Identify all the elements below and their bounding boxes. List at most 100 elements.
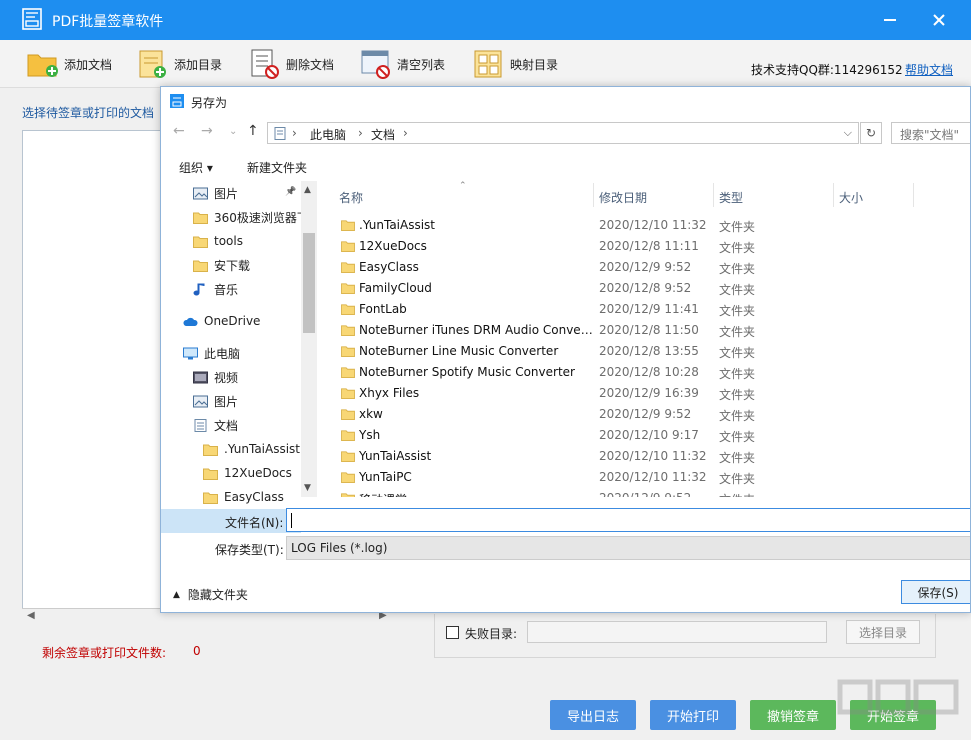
tree-item[interactable]: 安下载: [193, 253, 250, 277]
file-row[interactable]: 12XueDocs 2020/12/8 11:11 文件夹: [317, 236, 970, 257]
select-directory-button[interactable]: 选择目录: [846, 620, 920, 644]
tree-item[interactable]: 图片: [193, 181, 238, 205]
file-type: 文件夹: [719, 304, 756, 318]
file-row[interactable]: NoteBurner iTunes DRM Audio Converter 202…: [317, 320, 970, 341]
folder-icon: [341, 388, 355, 399]
folder-icon: [193, 212, 208, 224]
file-row[interactable]: xkw 2020/12/9 9:52 文件夹: [317, 404, 970, 425]
save-button[interactable]: 保存(S): [901, 580, 970, 604]
file-row[interactable]: FontLab 2020/12/9 11:41 文件夹: [317, 299, 970, 320]
scroll-down-icon[interactable]: ▼: [304, 483, 311, 493]
file-row[interactable]: FamilyCloud 2020/12/8 9:52 文件夹: [317, 278, 970, 299]
file-name: EasyClass: [359, 260, 419, 274]
file-date: 2020/12/9 11:41: [599, 302, 699, 316]
export-log-button[interactable]: 导出日志: [550, 700, 636, 730]
file-row[interactable]: YunTaiAssist 2020/12/10 11:32 文件夹: [317, 446, 970, 467]
tree-item[interactable]: 视频: [193, 365, 238, 389]
scroll-up-icon[interactable]: ▲: [304, 185, 311, 195]
file-type: 文件夹: [719, 262, 756, 276]
file-row[interactable]: NoteBurner Spotify Music Converter 2020/1…: [317, 362, 970, 383]
tree-item[interactable]: tools: [193, 229, 243, 253]
refresh-icon[interactable]: ↻: [860, 122, 882, 144]
folder-icon: [203, 468, 218, 480]
search-input[interactable]: 搜索"文档": [891, 122, 970, 144]
file-row[interactable]: Ysh 2020/12/10 9:17 文件夹: [317, 425, 970, 446]
add-directory-button[interactable]: 添加目录: [136, 47, 222, 81]
column-name[interactable]: 名称: [339, 189, 363, 206]
tree-item-label: 图片: [214, 186, 239, 201]
folder-icon: [341, 451, 355, 462]
close-icon[interactable]: [929, 10, 949, 30]
file-name: .YunTaiAssist: [359, 218, 436, 232]
delete-document-button[interactable]: 删除文档: [248, 47, 334, 81]
forward-arrow-icon[interactable]: →: [201, 123, 213, 139]
tree-item[interactable]: 文档: [193, 413, 238, 437]
column-divider[interactable]: [713, 183, 714, 207]
tree-item[interactable]: EasyClass: [203, 485, 284, 509]
file-row[interactable]: Xhyx Files 2020/12/9 16:39 文件夹: [317, 383, 970, 404]
file-name: NoteBurner iTunes DRM Audio Converter: [359, 323, 595, 337]
tree-item[interactable]: 图片: [193, 389, 238, 413]
fail-directory-label: 失败目录:: [465, 627, 518, 641]
file-name: xkw: [359, 407, 383, 421]
tree-item[interactable]: 音乐: [193, 277, 238, 301]
minimize-icon[interactable]: [880, 10, 900, 30]
breadcrumb-separator-icon: ›: [403, 126, 408, 140]
map-directory-button[interactable]: 映射目录: [472, 47, 558, 81]
file-date: 2020/12/8 13:55: [599, 344, 699, 358]
fail-directory-input[interactable]: [527, 621, 827, 643]
tree-scroll-thumb[interactable]: [303, 233, 315, 333]
hide-folders-toggle[interactable]: ▲ 隐藏文件夹: [173, 586, 248, 603]
app-title-bar: PDF批量签章软件: [0, 0, 971, 40]
tree-item[interactable]: 此电脑: [183, 341, 240, 365]
file-row[interactable]: .YunTaiAssist 2020/12/10 11:32 文件夹: [317, 215, 970, 236]
file-type: 文件夹: [719, 388, 756, 402]
help-link[interactable]: 帮助文档: [905, 61, 953, 78]
column-size[interactable]: 大小: [839, 189, 863, 206]
recent-chevron-icon[interactable]: ⌄: [229, 126, 237, 137]
pin-icon[interactable]: 📌: [285, 187, 296, 197]
hide-folders-label: 隐藏文件夹: [187, 588, 248, 602]
add-document-label: 添加文档: [64, 57, 113, 72]
column-divider[interactable]: [833, 183, 834, 207]
fail-directory-checkbox[interactable]: [446, 626, 459, 639]
filetype-select[interactable]: LOG Files (*.log): [286, 536, 970, 560]
add-document-button[interactable]: 添加文档: [26, 47, 112, 81]
undo-sign-button[interactable]: 撤销签章: [750, 700, 836, 730]
folder-icon: [193, 236, 208, 248]
filename-input[interactable]: [286, 508, 970, 532]
file-type: 文件夹: [719, 451, 756, 465]
clear-list-button[interactable]: 清空列表: [359, 47, 445, 81]
tree-item[interactable]: 360极速浏览器下: [193, 205, 309, 229]
new-folder-button[interactable]: 新建文件夹: [247, 159, 307, 176]
address-bar[interactable]: › 此电脑 › 文档 › ⌵: [267, 122, 859, 144]
breadcrumb-documents[interactable]: 文档: [371, 126, 395, 143]
tree-item-label: OneDrive: [204, 314, 261, 328]
column-divider[interactable]: [593, 183, 594, 207]
tree-item[interactable]: OneDrive: [183, 309, 260, 333]
file-row[interactable]: 移动课堂 2020/12/9 9:52 文件夹: [317, 488, 970, 497]
dialog-nav-bar: ← → ⌄ ↑ › 此电脑 › 文档 › ⌵ ↻ 搜索"文档": [161, 119, 970, 145]
file-row[interactable]: NoteBurner Line Music Converter 2020/12/8…: [317, 341, 970, 362]
music-icon: [193, 283, 205, 295]
up-arrow-icon[interactable]: ↑: [247, 123, 259, 139]
file-name: 移动课堂: [359, 491, 595, 497]
breadcrumb-this-pc[interactable]: 此电脑: [310, 126, 346, 143]
file-row[interactable]: EasyClass 2020/12/9 9:52 文件夹: [317, 257, 970, 278]
column-divider[interactable]: [913, 183, 914, 207]
tree-item[interactable]: .YunTaiAssist: [203, 437, 300, 461]
column-modified[interactable]: 修改日期: [599, 189, 647, 206]
address-dropdown-icon[interactable]: ⌵: [844, 126, 852, 140]
tree-item[interactable]: 12XueDocs: [203, 461, 292, 485]
scroll-left-icon[interactable]: ◀: [27, 610, 35, 621]
computer-icon: [183, 347, 198, 359]
start-print-button[interactable]: 开始打印: [650, 700, 736, 730]
back-arrow-icon[interactable]: ←: [173, 123, 185, 139]
file-type: 文件夹: [719, 409, 756, 423]
column-type[interactable]: 类型: [719, 189, 743, 206]
file-date: 2020/12/9 16:39: [599, 386, 699, 400]
tree-scrollbar[interactable]: ▲ ▼: [301, 181, 317, 497]
delete-document-label: 删除文档: [286, 57, 335, 72]
organize-button[interactable]: 组织 ▾: [179, 159, 213, 176]
file-row[interactable]: YunTaiPC 2020/12/10 11:32 文件夹: [317, 467, 970, 488]
